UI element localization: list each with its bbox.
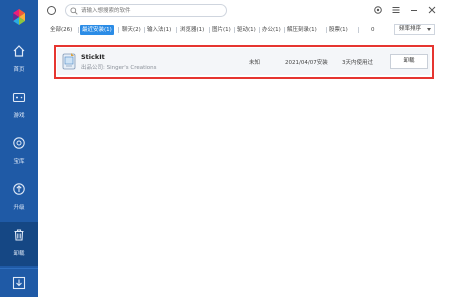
sidebar: 首页 游戏 宝库 升级 卸载 (0, 0, 38, 297)
sidebar-item-home[interactable]: 首页 (0, 38, 38, 82)
search-box[interactable] (65, 4, 227, 17)
tab-divider (284, 27, 285, 33)
tab-more[interactable]: 0 (371, 25, 375, 35)
sidebar-item-label: 游戏 (13, 113, 25, 119)
tab-all[interactable]: 全部(26) (50, 25, 72, 35)
upgrade-icon (13, 183, 25, 195)
sidebar-item-uninstall[interactable]: 卸载 (0, 222, 38, 266)
treasure-icon (13, 137, 25, 149)
sidebar-item-label: 宝库 (13, 159, 25, 165)
sidebar-item-treasure[interactable]: 宝库 (0, 130, 38, 174)
tab-browser[interactable]: 浏览器(1) (180, 25, 204, 35)
tab-unzip-burn[interactable]: 解压刻录(1) (287, 25, 317, 35)
tab-divider (78, 27, 79, 33)
sidebar-item-label: 卸载 (13, 251, 25, 257)
sidebar-item-label: 首页 (13, 67, 25, 73)
topbar (38, 0, 450, 22)
tab-divider (118, 27, 119, 33)
tab-divider (176, 27, 177, 33)
category-tabs: 全部(26) 最近安装(1) 聊天(2) 输入法(1) 浏览器(1) 图片(1)… (38, 23, 450, 37)
tab-divider (259, 27, 260, 33)
trash-icon (14, 229, 24, 241)
home-icon (13, 45, 25, 57)
tab-divider (358, 27, 359, 33)
minimize-icon[interactable] (409, 5, 419, 15)
sort-dropdown[interactable]: 频率排序 (394, 24, 435, 35)
refresh-icon[interactable] (46, 5, 57, 16)
download-icon (12, 276, 26, 290)
tab-divider (144, 27, 145, 33)
search-icon (70, 7, 78, 15)
gamepad-icon (12, 92, 26, 103)
sidebar-item-label: 升级 (13, 205, 25, 211)
tab-image[interactable]: 图片(1) (212, 25, 231, 35)
tab-driver[interactable]: 驱动(1) (237, 25, 256, 35)
sort-label: 频率排序 (399, 26, 422, 32)
tab-chat[interactable]: 聊天(2) (122, 25, 141, 35)
tab-divider (326, 27, 327, 33)
sidebar-download-button[interactable] (0, 268, 38, 297)
tab-divider (234, 27, 235, 33)
tab-office[interactable]: 办公(1) (262, 25, 281, 35)
sidebar-item-games[interactable]: 游戏 (0, 84, 38, 128)
app-logo-icon (13, 9, 25, 25)
chevron-down-icon (427, 28, 431, 31)
tab-stocks[interactable]: 股票(1) (329, 25, 348, 35)
sidebar-item-upgrade[interactable]: 升级 (0, 176, 38, 220)
tab-recent[interactable]: 最近安装(1) (80, 25, 114, 35)
highlight-box (54, 45, 434, 79)
settings-icon[interactable] (373, 5, 383, 15)
tab-input-method[interactable]: 输入法(1) (147, 25, 171, 35)
menu-icon[interactable] (391, 5, 401, 15)
tab-divider (209, 27, 210, 33)
close-icon[interactable] (427, 5, 437, 15)
search-input[interactable] (81, 6, 221, 16)
